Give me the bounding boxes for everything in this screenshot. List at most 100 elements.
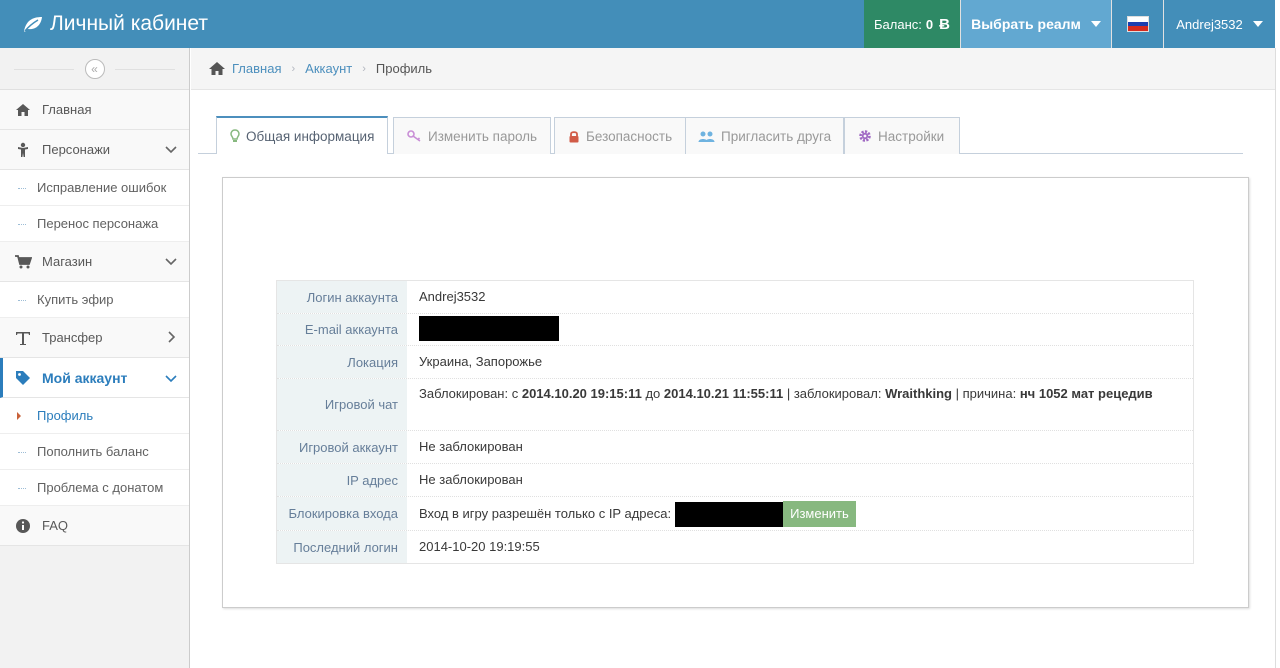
tab-label: Пригласить друга — [721, 128, 832, 144]
sidebar-item-label: Персонажи — [42, 142, 111, 157]
home-icon — [14, 103, 32, 117]
balance-widget[interactable]: Баланс: 0 Ƀ — [864, 0, 960, 48]
field-label: IP адрес — [277, 464, 407, 496]
chat-blocked-by-label: | заблокировал: — [786, 386, 882, 401]
tab-invite-friend[interactable]: Пригласить друга — [685, 117, 845, 154]
balance-label: Баланс: — [874, 16, 922, 32]
leaf-icon — [24, 17, 42, 32]
tab-change-password[interactable]: Изменить пароль — [393, 117, 552, 154]
profile-info-table: Логин аккаунта Andrej3532 E-mail аккаунт… — [276, 280, 1194, 564]
key-icon — [407, 130, 421, 142]
lightbulb-icon — [230, 129, 240, 142]
field-label: E-mail аккаунта — [277, 314, 407, 345]
field-label: Логин аккаунта — [277, 281, 407, 313]
sidebar-subitem-profile[interactable]: Профиль — [0, 398, 189, 434]
sidebar-collapse-row: « — [0, 48, 189, 90]
chat-block-from: 2014.10.20 19:15:11 — [521, 386, 642, 401]
brand-title: Личный кабинет — [50, 12, 208, 35]
tab-security[interactable]: Безопасность — [554, 117, 687, 154]
sidebar-subitem-label: Перенос персонажа — [37, 216, 159, 231]
table-row: Локация Украина, Запорожье — [277, 345, 1193, 378]
tab-label: Настройки — [878, 128, 945, 144]
chat-block-to: 2014.10.21 11:55:11 — [663, 386, 784, 401]
sidebar-subitem-donate-problem[interactable]: Проблема с донатом — [0, 470, 189, 506]
tag-icon — [14, 370, 32, 386]
sidebar-subitem-label: Купить эфир — [37, 292, 114, 307]
sidebar-item-faq[interactable]: FAQ — [0, 506, 189, 546]
chat-blocked-prefix: Заблокирован: с — [419, 386, 519, 401]
bitcoin-icon: Ƀ — [939, 15, 950, 33]
table-row: Игровой аккаунт Не заблокирован — [277, 430, 1193, 463]
game-account-value: Не заблокирован — [419, 439, 523, 454]
sidebar-subitem-label: Пополнить баланс — [37, 444, 149, 459]
sidebar-item-home[interactable]: Главная — [0, 90, 189, 130]
tab-general-info[interactable]: Общая информация — [216, 116, 389, 154]
russian-flag-icon — [1126, 16, 1149, 32]
top-navbar: Личный кабинет Баланс: 0 Ƀ Выбрать реалм… — [0, 0, 1275, 48]
login-lock-text: Вход в игру разрешён только с IP адреса: — [419, 506, 672, 521]
lock-icon — [569, 130, 579, 142]
sidebar-item-label: Магазин — [42, 254, 93, 269]
sidebar-item-label: FAQ — [42, 518, 69, 533]
sidebar-subitem-top-up[interactable]: Пополнить баланс — [0, 434, 189, 470]
chat-blocked-by: Wraithking — [885, 386, 952, 401]
breadcrumb-current: Профиль — [375, 61, 433, 76]
sidebar: « Главная Персонажи Исправление ошибок П… — [0, 48, 190, 668]
table-row: Блокировка входа Вход в игру разрешён то… — [277, 496, 1193, 530]
chevron-down-icon — [165, 143, 177, 158]
sidebar-item-label: Мой аккаунт — [42, 369, 128, 386]
field-label: Блокировка входа — [277, 497, 407, 530]
table-row: Последний логин 2014-10-20 19:19:55 — [277, 530, 1193, 563]
table-row: E-mail аккаунта — [277, 313, 1193, 345]
chevron-down-icon — [165, 255, 177, 270]
realm-select-label: Выбрать реалм — [971, 16, 1081, 32]
user-menu[interactable]: Andrej3532 — [1163, 0, 1275, 48]
email-value-cell — [407, 314, 1193, 345]
table-row: IP адрес Не заблокирован — [277, 463, 1193, 496]
profile-tabs: Общая информация Изменить пароль Безопас… — [198, 116, 1243, 154]
language-select[interactable] — [1111, 0, 1163, 48]
sidebar-subitem-label: Профиль — [37, 408, 94, 423]
table-row: Логин аккаунта Andrej3532 — [277, 281, 1193, 313]
location-value: Украина, Запорожье — [419, 354, 543, 369]
last-login-value: 2014-10-20 19:19:55 — [419, 539, 540, 554]
login-lock-cell: Вход в игру разрешён только с IP адреса:… — [407, 497, 1193, 530]
balance-value: 0 — [925, 16, 934, 32]
chat-to-word: до — [645, 386, 661, 401]
caret-down-icon — [1252, 21, 1263, 27]
sidebar-item-characters[interactable]: Персонажи — [0, 130, 189, 170]
sidebar-item-label: Главная — [42, 102, 92, 117]
chat-reason-label: | причина: — [955, 386, 1017, 401]
field-label: Игровой чат — [277, 379, 407, 430]
shopping-cart-icon — [14, 254, 32, 269]
sidebar-item-my-account[interactable]: Мой аккаунт — [0, 358, 189, 398]
sidebar-subitem-transfer-char[interactable]: Перенос персонажа — [0, 206, 189, 242]
tab-settings[interactable]: Настройки — [844, 117, 960, 154]
sidebar-subitem-buy-ether[interactable]: Купить эфир — [0, 282, 189, 318]
breadcrumb-account-link[interactable]: Аккаунт — [305, 61, 352, 76]
chevron-right-icon — [165, 331, 177, 346]
collapse-sidebar-button[interactable]: « — [84, 58, 105, 79]
sidebar-subitem-fix-errors[interactable]: Исправление ошибок — [0, 170, 189, 206]
field-label: Локация — [277, 346, 407, 378]
gear-icon — [859, 130, 871, 142]
caret-down-icon — [1090, 21, 1101, 27]
breadcrumb: Главная › Аккаунт › Профиль — [191, 48, 1275, 90]
tab-label: Изменить пароль — [428, 128, 538, 144]
brand[interactable]: Личный кабинет — [22, 0, 208, 48]
text-t-icon — [14, 330, 32, 346]
sidebar-item-label: Трансфер — [42, 330, 103, 345]
sidebar-subitem-label: Проблема с донатом — [37, 480, 164, 495]
realm-select-button[interactable]: Выбрать реалм — [960, 0, 1111, 48]
change-ip-button[interactable]: Изменить — [783, 501, 856, 527]
table-row: Игровой чат Заблокирован: с 2014.10.20 1… — [277, 378, 1193, 430]
breadcrumb-home-link[interactable]: Главная — [232, 61, 281, 76]
chat-status-value: Заблокирован: с 2014.10.20 19:15:11 до 2… — [407, 379, 1193, 430]
chat-reason: нч 1052 мат рецедив — [1019, 386, 1153, 401]
chevron-down-icon — [165, 371, 177, 387]
sidebar-item-shop[interactable]: Магазин — [0, 242, 189, 282]
field-label: Последний логин — [277, 531, 407, 563]
scrollbar[interactable] — [1275, 48, 1280, 668]
ip-value: Не заблокирован — [419, 472, 523, 487]
sidebar-item-transfer[interactable]: Трансфер — [0, 318, 189, 358]
